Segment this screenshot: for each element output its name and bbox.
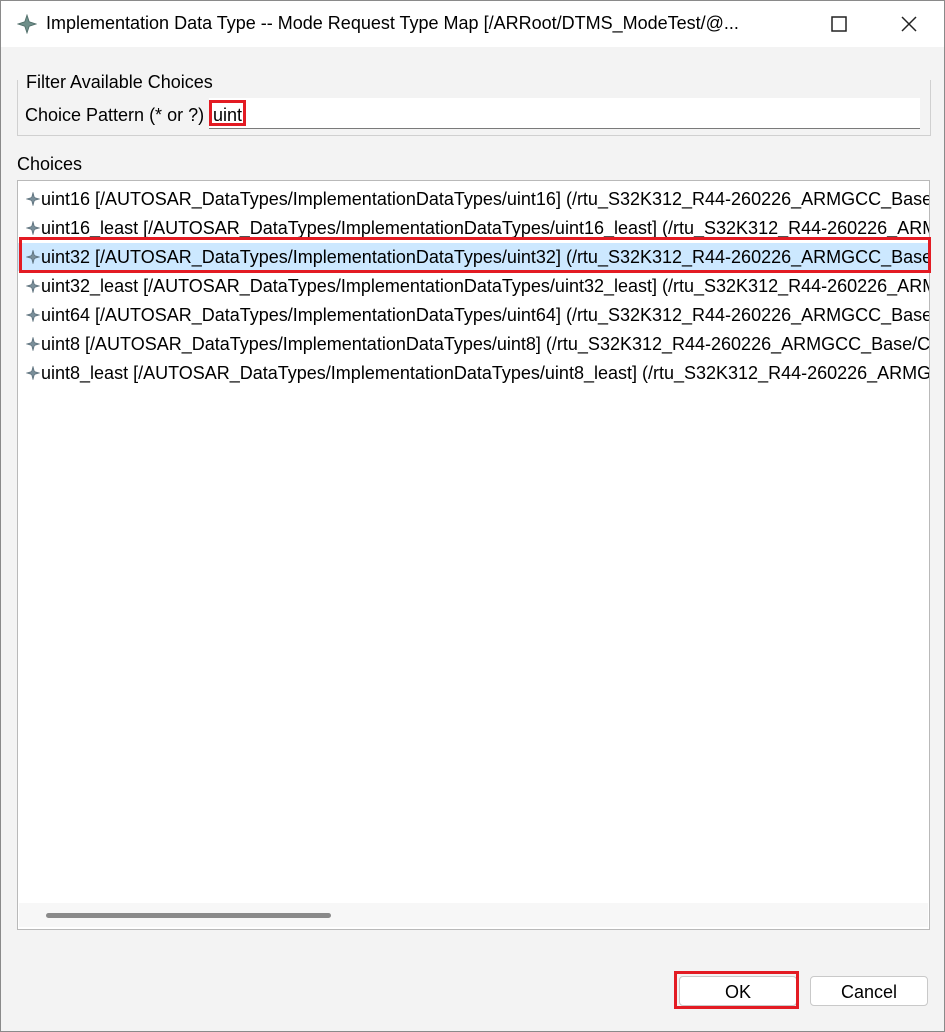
window-title: Implementation Data Type -- Mode Request… xyxy=(46,13,739,33)
app-icon xyxy=(17,14,37,34)
list-item[interactable]: uint16 [/AUTOSAR_DataTypes/Implementatio… xyxy=(18,185,929,213)
close-icon xyxy=(901,16,917,32)
list-item[interactable]: uint8_least [/AUTOSAR_DataTypes/Implemen… xyxy=(18,359,929,387)
list-item-label: uint32_least [/AUTOSAR_DataTypes/Impleme… xyxy=(41,276,929,296)
choice-pattern-input[interactable]: uint xyxy=(209,98,920,129)
list-item-label: uint8 [/AUTOSAR_DataTypes/Implementation… xyxy=(41,334,929,354)
highlight-box-ok xyxy=(674,971,799,1009)
highlight-box-pattern xyxy=(209,100,246,126)
choice-pattern-label: Choice Pattern (* or ?) xyxy=(25,105,205,125)
data-type-icon xyxy=(26,221,40,235)
filter-group-label: Filter Available Choices xyxy=(26,72,213,93)
maximize-icon xyxy=(831,16,847,32)
list-item[interactable]: uint64 [/AUTOSAR_DataTypes/Implementatio… xyxy=(18,301,929,329)
dialog-window: Implementation Data Type -- Mode Request… xyxy=(0,0,945,1032)
data-type-icon xyxy=(26,192,40,206)
maximize-button[interactable] xyxy=(804,1,874,47)
choices-list[interactable]: uint16 [/AUTOSAR_DataTypes/Implementatio… xyxy=(17,180,930,930)
close-button[interactable] xyxy=(874,1,944,47)
horizontal-scrollbar[interactable] xyxy=(19,903,928,927)
scrollbar-thumb[interactable] xyxy=(46,913,331,918)
list-item-label: uint64 [/AUTOSAR_DataTypes/Implementatio… xyxy=(41,305,929,325)
choices-label: Choices xyxy=(17,154,83,174)
title-bar: Implementation Data Type -- Mode Request… xyxy=(1,1,944,47)
data-type-icon xyxy=(26,279,40,293)
list-item[interactable]: uint8 [/AUTOSAR_DataTypes/Implementation… xyxy=(18,330,929,358)
data-type-icon xyxy=(26,308,40,322)
data-type-icon xyxy=(26,337,40,351)
list-item[interactable]: uint32_least [/AUTOSAR_DataTypes/Impleme… xyxy=(18,272,929,300)
list-item-label: uint16 [/AUTOSAR_DataTypes/Implementatio… xyxy=(41,189,929,209)
highlight-box-selected-row xyxy=(19,237,931,273)
list-item-label: uint16_least [/AUTOSAR_DataTypes/Impleme… xyxy=(41,218,929,238)
cancel-button[interactable]: Cancel xyxy=(810,976,928,1006)
data-type-icon xyxy=(26,366,40,380)
list-item-label: uint8_least [/AUTOSAR_DataTypes/Implemen… xyxy=(41,363,929,383)
